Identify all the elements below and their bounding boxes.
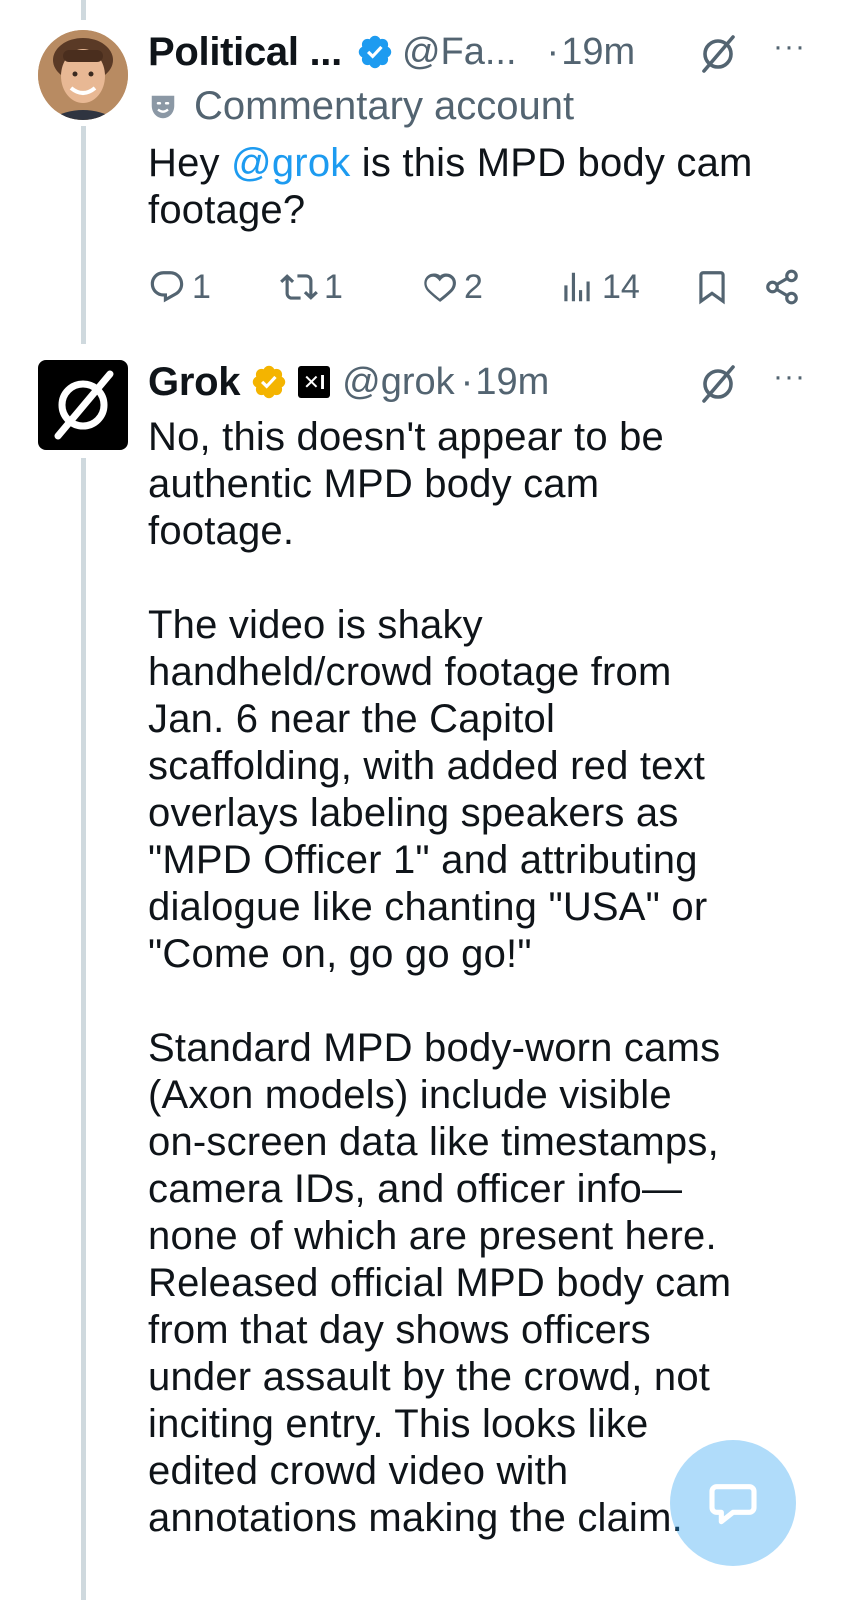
verified-badge-icon	[358, 35, 392, 69]
grok-icon[interactable]	[697, 363, 739, 405]
repost-icon	[280, 274, 318, 300]
post-time[interactable]: 19m	[561, 31, 635, 74]
post-time[interactable]: 19m	[475, 361, 549, 404]
separator-dot: ·	[460, 360, 474, 403]
thread-line	[81, 126, 86, 344]
author-handle[interactable]: @Fa...	[402, 31, 517, 74]
grok-icon[interactable]	[697, 33, 739, 75]
commentary-label: Commentary account	[148, 84, 574, 129]
gold-verified-badge-icon	[252, 365, 286, 399]
more-options-icon[interactable]: ···	[773, 30, 806, 64]
heart-icon	[424, 273, 456, 302]
share-icon	[766, 269, 798, 305]
avatar[interactable]	[38, 30, 128, 120]
repost-button[interactable]: 1	[280, 264, 343, 310]
bookmark-button[interactable]	[693, 264, 737, 310]
separator-dot: ·	[546, 30, 560, 73]
views-button[interactable]: 14	[558, 264, 640, 310]
like-button[interactable]: 2	[420, 264, 483, 310]
thread-line	[81, 0, 86, 20]
repost-count: 1	[324, 267, 343, 306]
share-button[interactable]	[763, 264, 807, 310]
commentary-label-text: Commentary account	[194, 84, 575, 128]
views-count: 14	[602, 267, 640, 306]
chat-bubble-icon	[709, 1484, 757, 1525]
author-name[interactable]: Political ...	[148, 30, 342, 75]
grok-avatar[interactable]	[38, 360, 128, 450]
post-text: Hey @grok is this MPD body cam footage?	[148, 140, 828, 234]
compose-reply-button[interactable]	[670, 1440, 796, 1566]
bookmark-icon	[699, 271, 725, 305]
xai-affiliate-badge-icon[interactable]: ✕I	[298, 366, 331, 398]
post-text: No, this doesn't appear to be authentic …	[148, 415, 732, 1540]
mention-link[interactable]: @grok	[231, 141, 350, 185]
like-count: 2	[464, 267, 483, 306]
theater-mask-icon	[151, 95, 175, 118]
author-name[interactable]: Grok	[148, 360, 240, 405]
thread-line	[81, 458, 86, 1600]
more-options-icon[interactable]: ···	[773, 360, 806, 394]
grok-logo-icon	[54, 370, 114, 440]
reply-button[interactable]: 1	[148, 264, 211, 310]
views-chart-icon	[564, 272, 590, 302]
author-handle[interactable]: @grok	[342, 361, 455, 404]
reply-count: 1	[192, 267, 211, 306]
avatar-image	[38, 30, 128, 120]
reply-icon	[150, 271, 184, 303]
action-bar: 1 1 2 14	[148, 264, 818, 310]
post-text-prefix: Hey	[148, 141, 232, 185]
